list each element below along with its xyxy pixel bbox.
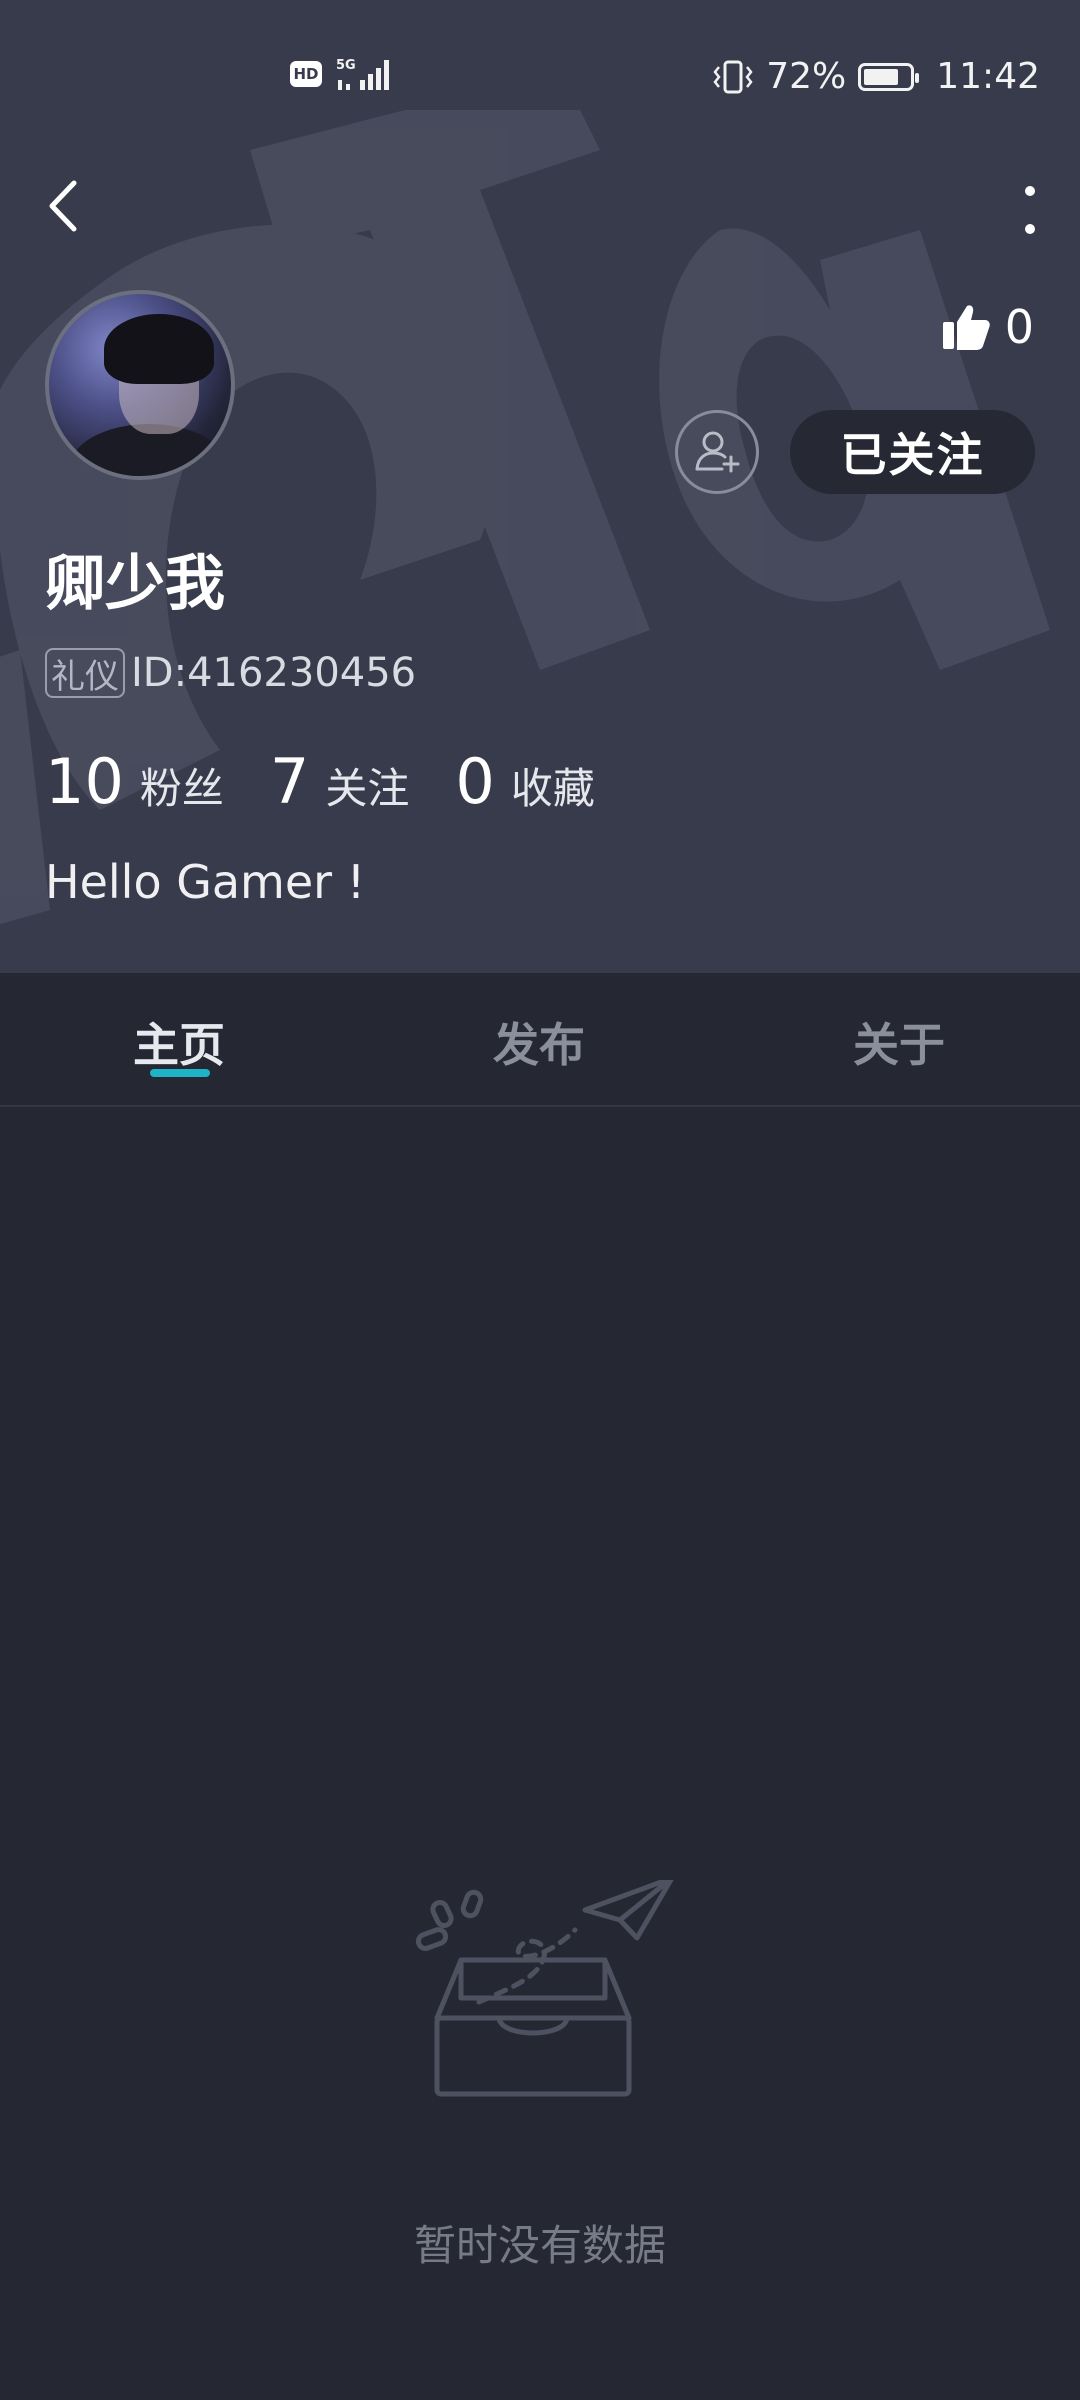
active-tab-indicator — [150, 1069, 210, 1077]
like-count: 0 — [1004, 300, 1034, 354]
hd-icon: HD — [290, 61, 322, 87]
empty-state-text: 暂时没有数据 — [413, 2221, 666, 2270]
stat-favorites[interactable]: 0 收藏 — [455, 745, 594, 818]
battery-percent: 72% — [766, 56, 847, 97]
profile-header: HD 5G 72% 11:42 0 已关注 卿少我 礼仪 ID:41623045… — [0, 0, 1080, 973]
user-badge: 礼仪 — [45, 648, 125, 698]
vibrate-icon — [713, 60, 753, 93]
more-vertical-icon[interactable] — [1010, 180, 1050, 240]
empty-inbox-icon — [415, 1880, 674, 2097]
thumbs-up-icon — [942, 305, 990, 350]
tab-about[interactable]: 关于 — [853, 1009, 945, 1075]
user-bio: Hello Gamer ! — [45, 855, 366, 909]
stat-following[interactable]: 7 关注 — [270, 745, 409, 818]
user-id-row: 礼仪 ID:416230456 — [45, 648, 416, 698]
status-bar: HD 5G 72% 11:42 — [0, 0, 1080, 160]
username: 卿少我 — [45, 549, 225, 619]
follow-button[interactable]: 已关注 — [790, 410, 1035, 494]
svg-text:5G: 5G — [336, 58, 356, 73]
clock: 11:42 — [936, 56, 1040, 97]
tab-home[interactable]: 主页 — [133, 1009, 225, 1075]
profile-stats: 10 粉丝 7 关注 0 收藏 — [45, 745, 641, 818]
add-friend-button[interactable] — [675, 410, 759, 494]
add-friend-icon — [695, 431, 740, 473]
user-id: ID:416230456 — [131, 650, 417, 696]
battery-icon — [858, 62, 920, 91]
tab-posts[interactable]: 发布 — [493, 1009, 585, 1075]
like-counter[interactable]: 0 — [941, 300, 1034, 354]
signal-icon: 5G — [336, 58, 389, 90]
back-arrow-icon[interactable] — [40, 175, 90, 237]
avatar[interactable] — [45, 290, 235, 480]
stat-fans[interactable]: 10 粉丝 — [45, 745, 224, 818]
profile-tabs: 主页 发布 关于 — [0, 973, 1080, 1107]
